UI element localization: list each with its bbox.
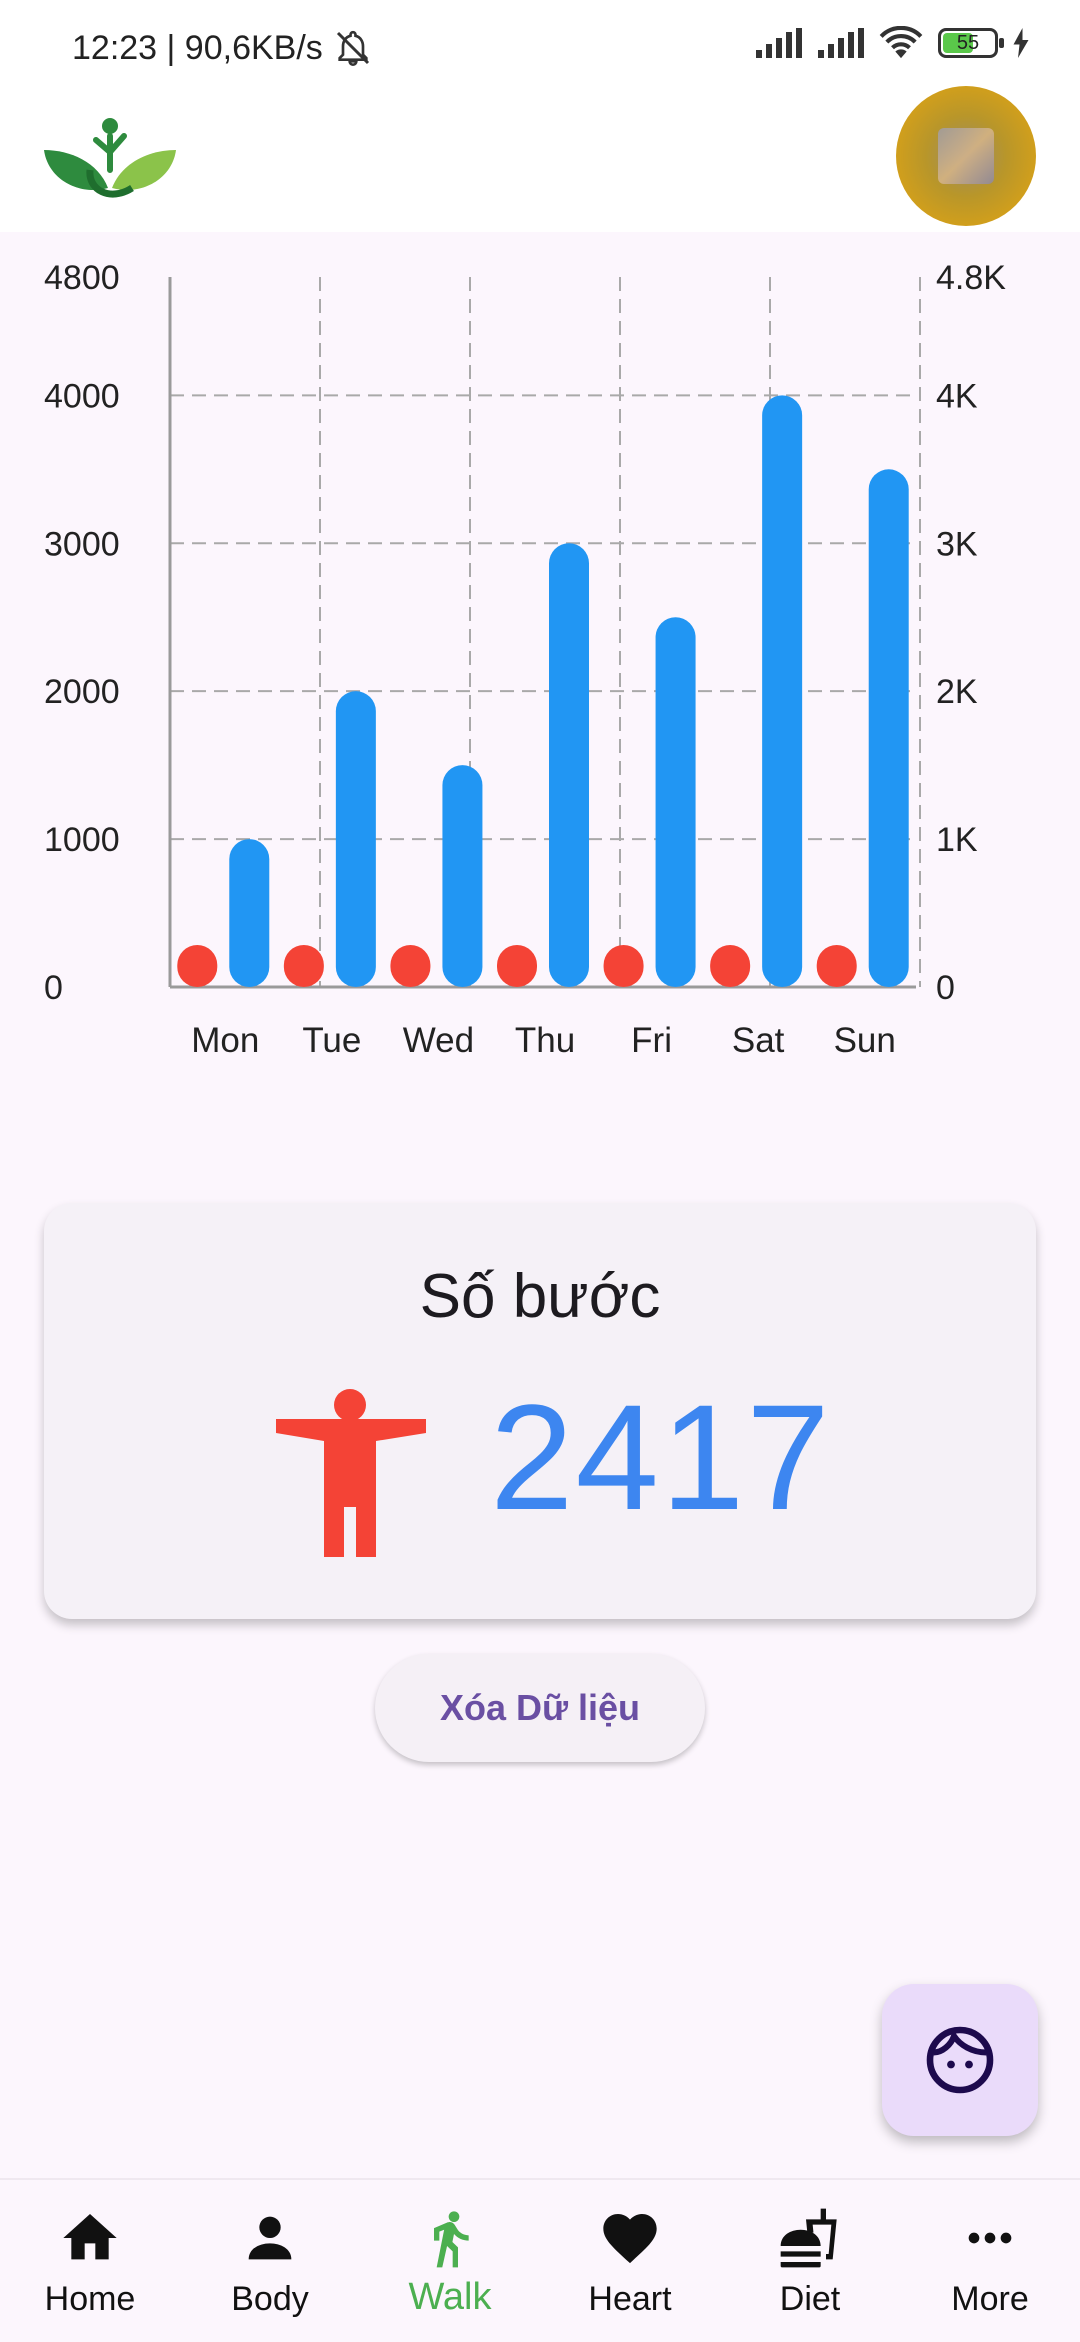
bar-red [283, 945, 324, 987]
more-icon [968, 2232, 1012, 2244]
notifications-off-icon [336, 30, 369, 67]
x-tick-label: Thu [515, 1021, 575, 1060]
bar-blue [868, 469, 909, 987]
battery-level: 55 [956, 32, 980, 54]
person-standing-icon [276, 1389, 426, 1557]
y-tick-label-right: 2K [936, 673, 978, 711]
clear-data-button[interactable]: Xóa Dữ liệu [375, 1654, 705, 1762]
y-tick-label-right: 4.8K [936, 259, 1006, 297]
y-tick-label-left: 2000 [44, 673, 120, 711]
battery-icon: 55 [938, 28, 1004, 58]
profile-avatar[interactable] [896, 86, 1036, 226]
x-tick-label: Mon [191, 1021, 259, 1060]
status-left: 12:23 | 90,6KB/s [72, 28, 373, 68]
nav-label-heart: Heart [588, 2280, 672, 2318]
chatbot-fab[interactable] [882, 1984, 1038, 2136]
y-tick-label-left: 4000 [44, 377, 120, 415]
y-tick-label-right: 1K [936, 821, 978, 859]
charging-icon [1013, 28, 1029, 58]
bar-red [177, 945, 218, 987]
nav-item-body[interactable]: Body [180, 2180, 360, 2342]
steps-card-title: Số bước [419, 1262, 661, 1331]
bar-blue [335, 691, 376, 987]
nav-label-diet: Diet [779, 2280, 841, 2318]
x-tick-label: Tue [302, 1021, 361, 1060]
nav-item-home[interactable]: Home [0, 2180, 180, 2342]
bar-blue [549, 543, 589, 987]
bar-blue [229, 839, 270, 987]
status-bar: 12:23 | 90,6KB/s 55 [0, 0, 1080, 96]
steps-chart: 0 0 1000 1K 2000 2K 3000 3K 4000 4K 4800 4.8K Mon Tue… [44, 259, 1006, 1060]
nav-item-walk[interactable]: Walk [360, 2180, 540, 2342]
fastfood-icon [780, 2208, 837, 2268]
bar-blue [655, 617, 696, 987]
person-icon [248, 2216, 292, 2260]
status-time-speed: 12:23 | 90,6KB/s [72, 28, 323, 67]
y-tick-label-left: 1000 [44, 821, 120, 859]
y-tick-label-right: 4K [936, 377, 978, 415]
x-tick-label: Sun [834, 1021, 896, 1060]
steps-count: 2417 [490, 1373, 832, 1541]
bar-red [390, 945, 431, 987]
face-icon [926, 2026, 994, 2094]
signal-icon [756, 28, 802, 58]
nav-item-heart[interactable]: Heart [540, 2180, 720, 2342]
nav-label-more: More [951, 2280, 1029, 2318]
bottom-navigation: Home Body Walk Heart Diet More [0, 2178, 1080, 2342]
nav-item-more[interactable]: More [900, 2180, 1080, 2342]
heart-icon [603, 2214, 657, 2264]
bar-red [497, 945, 537, 987]
x-tick-label: Sat [732, 1021, 785, 1060]
y-tick-label-right: 0 [936, 969, 955, 1007]
x-tick-label: Wed [403, 1021, 474, 1060]
bar-blue [762, 395, 803, 987]
x-tick-label: Fri [631, 1021, 672, 1060]
y-tick-label-left: 0 [44, 969, 63, 1007]
y-tick-label-left: 3000 [44, 525, 120, 563]
bar-blue [442, 765, 483, 987]
nav-item-diet[interactable]: Diet [720, 2180, 900, 2342]
status-right: 55 [754, 26, 1030, 60]
bar-red [603, 945, 644, 987]
app-logo [44, 118, 176, 198]
y-tick-label-left: 4800 [44, 259, 120, 297]
home-icon [63, 2214, 117, 2260]
nav-label-body: Body [231, 2280, 309, 2318]
signal-icon-2 [818, 28, 864, 58]
walk-icon [434, 2211, 469, 2268]
wifi-icon [879, 26, 923, 59]
app-bar [0, 86, 1080, 232]
bar-red [816, 945, 857, 987]
bar-red [710, 945, 751, 987]
y-tick-label-right: 3K [936, 525, 978, 563]
nav-label-walk: Walk [408, 2276, 492, 2318]
steps-card: Số bước 2417 [44, 1203, 1036, 1619]
nav-label-home: Home [44, 2280, 136, 2318]
